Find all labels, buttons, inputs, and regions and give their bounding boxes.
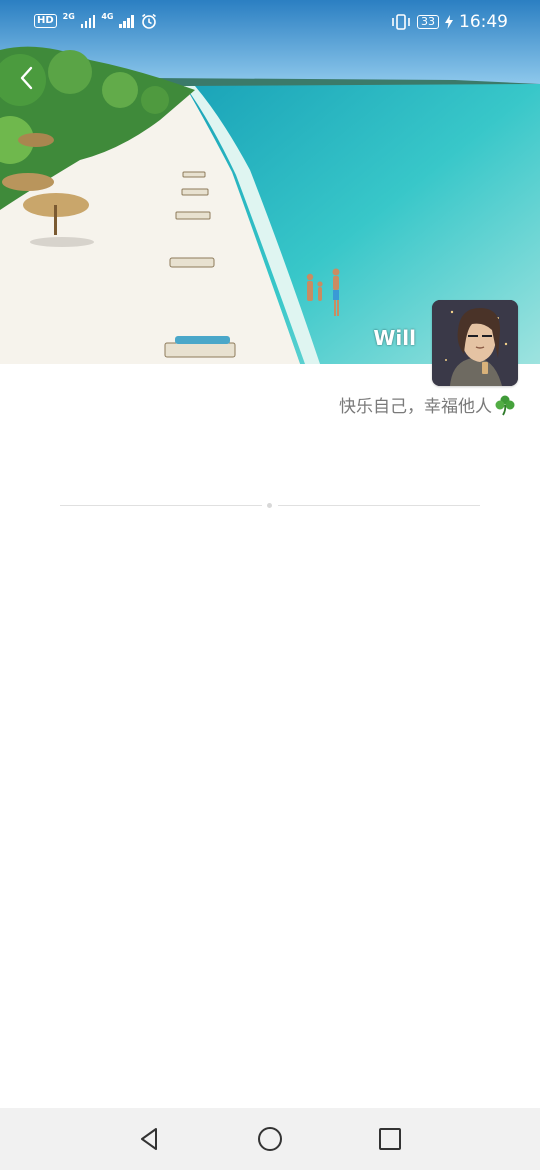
- status-right-group: 33 16:49: [391, 12, 508, 32]
- divider-dot: [267, 503, 272, 508]
- network-4g-label: 4G: [101, 11, 114, 21]
- status-left-group: HD 2G 4G: [34, 12, 158, 30]
- alarm-icon: [141, 13, 156, 29]
- status-bar: HD 2G 4G 33 16:49: [0, 0, 540, 44]
- system-navigation-bar: [0, 1108, 540, 1170]
- profile-username: Will: [373, 326, 416, 350]
- home-circle-icon[interactable]: [255, 1124, 285, 1154]
- back-triangle-icon[interactable]: [135, 1124, 165, 1154]
- shamrock-icon: [495, 395, 515, 415]
- profile-signature: 快乐自己，幸福他人: [339, 392, 516, 417]
- signal-icon: [80, 14, 96, 28]
- avatar[interactable]: [432, 300, 518, 386]
- signature-text: 快乐自己，幸福他人: [339, 397, 492, 417]
- recents-square-icon[interactable]: [375, 1124, 405, 1154]
- charging-icon: [445, 15, 453, 29]
- avatar-portrait-image: [432, 300, 518, 386]
- signal-icon: [119, 14, 134, 28]
- content-divider: [60, 503, 480, 508]
- battery-icon: 33: [417, 15, 439, 29]
- vibrate-icon: [392, 14, 410, 30]
- divider-line-right: [278, 505, 480, 506]
- chevron-left-icon[interactable]: [14, 62, 40, 94]
- hd-icon: HD: [34, 14, 57, 28]
- divider-line-left: [60, 505, 262, 506]
- status-time: 16:49: [459, 12, 508, 32]
- network-2g-label: 2G: [62, 11, 75, 21]
